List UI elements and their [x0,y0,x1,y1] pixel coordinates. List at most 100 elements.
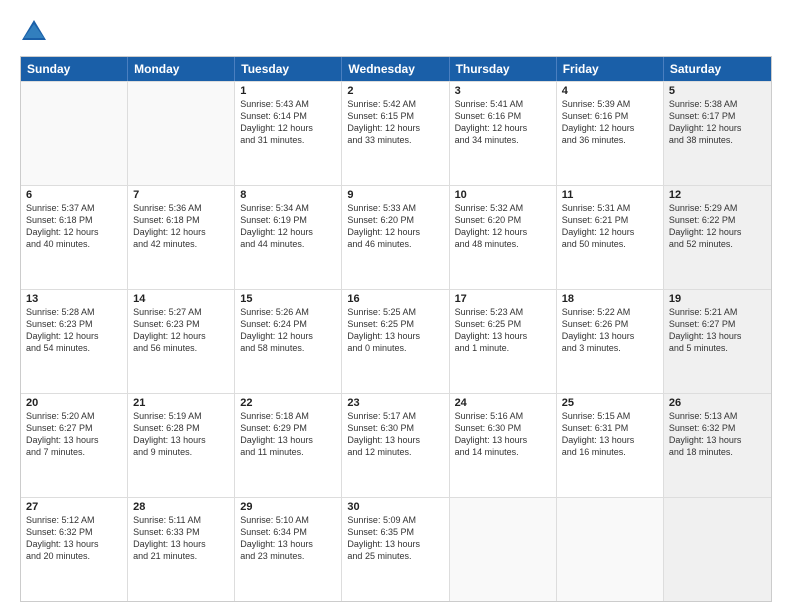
weekday-header-tuesday: Tuesday [235,57,342,81]
cell-info: Sunrise: 5:27 AM Sunset: 6:23 PM Dayligh… [133,306,229,355]
day-number: 30 [347,501,443,513]
calendar: SundayMondayTuesdayWednesdayThursdayFrid… [20,56,772,602]
cell-info: Sunrise: 5:23 AM Sunset: 6:25 PM Dayligh… [455,306,551,355]
cell-info: Sunrise: 5:13 AM Sunset: 6:32 PM Dayligh… [669,410,766,459]
calendar-row-4: 20Sunrise: 5:20 AM Sunset: 6:27 PM Dayli… [21,393,771,497]
day-cell-1: 1Sunrise: 5:43 AM Sunset: 6:14 PM Daylig… [235,82,342,185]
cell-info: Sunrise: 5:09 AM Sunset: 6:35 PM Dayligh… [347,514,443,563]
calendar-row-3: 13Sunrise: 5:28 AM Sunset: 6:23 PM Dayli… [21,289,771,393]
day-cell-20: 20Sunrise: 5:20 AM Sunset: 6:27 PM Dayli… [21,394,128,497]
day-number: 28 [133,501,229,513]
day-cell-6: 6Sunrise: 5:37 AM Sunset: 6:18 PM Daylig… [21,186,128,289]
empty-cell-r4c6 [664,498,771,601]
day-number: 18 [562,293,658,305]
cell-info: Sunrise: 5:26 AM Sunset: 6:24 PM Dayligh… [240,306,336,355]
day-cell-28: 28Sunrise: 5:11 AM Sunset: 6:33 PM Dayli… [128,498,235,601]
day-number: 26 [669,397,766,409]
header [20,18,772,46]
cell-info: Sunrise: 5:21 AM Sunset: 6:27 PM Dayligh… [669,306,766,355]
day-cell-19: 19Sunrise: 5:21 AM Sunset: 6:27 PM Dayli… [664,290,771,393]
empty-cell-r0c1 [128,82,235,185]
day-cell-27: 27Sunrise: 5:12 AM Sunset: 6:32 PM Dayli… [21,498,128,601]
day-cell-26: 26Sunrise: 5:13 AM Sunset: 6:32 PM Dayli… [664,394,771,497]
day-number: 16 [347,293,443,305]
day-cell-12: 12Sunrise: 5:29 AM Sunset: 6:22 PM Dayli… [664,186,771,289]
day-cell-15: 15Sunrise: 5:26 AM Sunset: 6:24 PM Dayli… [235,290,342,393]
day-number: 19 [669,293,766,305]
cell-info: Sunrise: 5:10 AM Sunset: 6:34 PM Dayligh… [240,514,336,563]
calendar-row-5: 27Sunrise: 5:12 AM Sunset: 6:32 PM Dayli… [21,497,771,601]
day-number: 1 [240,85,336,97]
day-cell-2: 2Sunrise: 5:42 AM Sunset: 6:15 PM Daylig… [342,82,449,185]
day-number: 12 [669,189,766,201]
day-number: 7 [133,189,229,201]
day-cell-30: 30Sunrise: 5:09 AM Sunset: 6:35 PM Dayli… [342,498,449,601]
cell-info: Sunrise: 5:43 AM Sunset: 6:14 PM Dayligh… [240,98,336,147]
cell-info: Sunrise: 5:18 AM Sunset: 6:29 PM Dayligh… [240,410,336,459]
calendar-row-2: 6Sunrise: 5:37 AM Sunset: 6:18 PM Daylig… [21,185,771,289]
calendar-header-row: SundayMondayTuesdayWednesdayThursdayFrid… [21,57,771,81]
day-number: 22 [240,397,336,409]
cell-info: Sunrise: 5:17 AM Sunset: 6:30 PM Dayligh… [347,410,443,459]
day-number: 15 [240,293,336,305]
day-cell-24: 24Sunrise: 5:16 AM Sunset: 6:30 PM Dayli… [450,394,557,497]
day-cell-22: 22Sunrise: 5:18 AM Sunset: 6:29 PM Dayli… [235,394,342,497]
day-number: 11 [562,189,658,201]
day-number: 6 [26,189,122,201]
day-number: 5 [669,85,766,97]
day-cell-17: 17Sunrise: 5:23 AM Sunset: 6:25 PM Dayli… [450,290,557,393]
cell-info: Sunrise: 5:38 AM Sunset: 6:17 PM Dayligh… [669,98,766,147]
cell-info: Sunrise: 5:20 AM Sunset: 6:27 PM Dayligh… [26,410,122,459]
weekday-header-wednesday: Wednesday [342,57,449,81]
logo [20,18,52,46]
day-cell-7: 7Sunrise: 5:36 AM Sunset: 6:18 PM Daylig… [128,186,235,289]
logo-icon [20,18,48,46]
day-cell-13: 13Sunrise: 5:28 AM Sunset: 6:23 PM Dayli… [21,290,128,393]
day-number: 17 [455,293,551,305]
calendar-row-1: 1Sunrise: 5:43 AM Sunset: 6:14 PM Daylig… [21,81,771,185]
cell-info: Sunrise: 5:41 AM Sunset: 6:16 PM Dayligh… [455,98,551,147]
page: SundayMondayTuesdayWednesdayThursdayFrid… [0,0,792,612]
cell-info: Sunrise: 5:22 AM Sunset: 6:26 PM Dayligh… [562,306,658,355]
day-cell-5: 5Sunrise: 5:38 AM Sunset: 6:17 PM Daylig… [664,82,771,185]
weekday-header-thursday: Thursday [450,57,557,81]
day-number: 8 [240,189,336,201]
cell-info: Sunrise: 5:28 AM Sunset: 6:23 PM Dayligh… [26,306,122,355]
day-cell-21: 21Sunrise: 5:19 AM Sunset: 6:28 PM Dayli… [128,394,235,497]
weekday-header-saturday: Saturday [664,57,771,81]
day-number: 25 [562,397,658,409]
day-number: 27 [26,501,122,513]
day-cell-16: 16Sunrise: 5:25 AM Sunset: 6:25 PM Dayli… [342,290,449,393]
day-number: 13 [26,293,122,305]
cell-info: Sunrise: 5:11 AM Sunset: 6:33 PM Dayligh… [133,514,229,563]
empty-cell-r0c0 [21,82,128,185]
day-cell-14: 14Sunrise: 5:27 AM Sunset: 6:23 PM Dayli… [128,290,235,393]
day-cell-23: 23Sunrise: 5:17 AM Sunset: 6:30 PM Dayli… [342,394,449,497]
day-cell-10: 10Sunrise: 5:32 AM Sunset: 6:20 PM Dayli… [450,186,557,289]
day-number: 24 [455,397,551,409]
cell-info: Sunrise: 5:42 AM Sunset: 6:15 PM Dayligh… [347,98,443,147]
weekday-header-friday: Friday [557,57,664,81]
cell-info: Sunrise: 5:19 AM Sunset: 6:28 PM Dayligh… [133,410,229,459]
cell-info: Sunrise: 5:37 AM Sunset: 6:18 PM Dayligh… [26,202,122,251]
day-number: 9 [347,189,443,201]
empty-cell-r4c5 [557,498,664,601]
cell-info: Sunrise: 5:34 AM Sunset: 6:19 PM Dayligh… [240,202,336,251]
cell-info: Sunrise: 5:25 AM Sunset: 6:25 PM Dayligh… [347,306,443,355]
day-number: 3 [455,85,551,97]
day-cell-3: 3Sunrise: 5:41 AM Sunset: 6:16 PM Daylig… [450,82,557,185]
empty-cell-r4c4 [450,498,557,601]
day-cell-9: 9Sunrise: 5:33 AM Sunset: 6:20 PM Daylig… [342,186,449,289]
day-cell-25: 25Sunrise: 5:15 AM Sunset: 6:31 PM Dayli… [557,394,664,497]
cell-info: Sunrise: 5:39 AM Sunset: 6:16 PM Dayligh… [562,98,658,147]
day-cell-4: 4Sunrise: 5:39 AM Sunset: 6:16 PM Daylig… [557,82,664,185]
day-number: 23 [347,397,443,409]
day-cell-8: 8Sunrise: 5:34 AM Sunset: 6:19 PM Daylig… [235,186,342,289]
cell-info: Sunrise: 5:16 AM Sunset: 6:30 PM Dayligh… [455,410,551,459]
weekday-header-monday: Monday [128,57,235,81]
day-number: 20 [26,397,122,409]
cell-info: Sunrise: 5:32 AM Sunset: 6:20 PM Dayligh… [455,202,551,251]
day-cell-18: 18Sunrise: 5:22 AM Sunset: 6:26 PM Dayli… [557,290,664,393]
day-number: 10 [455,189,551,201]
day-number: 14 [133,293,229,305]
